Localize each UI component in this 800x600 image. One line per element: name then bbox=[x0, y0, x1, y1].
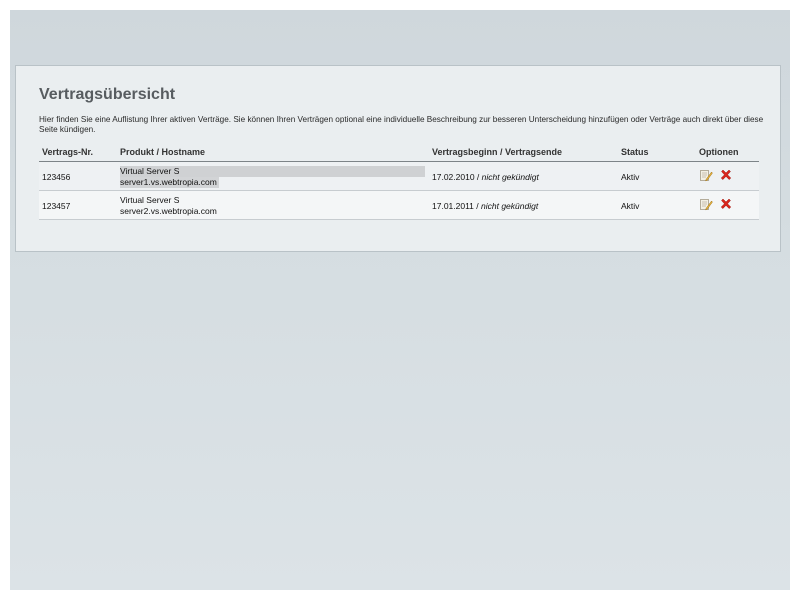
options-cell bbox=[699, 197, 737, 211]
contract-start: 17.01.2011 bbox=[432, 201, 474, 211]
header-status: Status bbox=[621, 147, 649, 157]
delete-x-icon[interactable] bbox=[719, 168, 733, 182]
hostname: server1.vs.webtropia.com bbox=[120, 177, 219, 188]
header-options: Optionen bbox=[699, 147, 739, 157]
table-row: 123456 Virtual Server S server1.vs.webtr… bbox=[39, 162, 759, 191]
page-background: Vertragsübersicht Hier finden Sie eine A… bbox=[10, 10, 790, 590]
date-separator: / bbox=[474, 172, 482, 182]
header-product-hostname: Produkt / Hostname bbox=[120, 147, 206, 157]
options-cell bbox=[699, 168, 737, 182]
contract-end: nicht gekündigt bbox=[481, 172, 539, 182]
header-contract-dates: Vertragsbeginn / Vertragsende bbox=[432, 147, 563, 157]
contract-dates: 17.01.2011 / nicht gekündigt bbox=[432, 201, 538, 211]
intro-text: Hier finden Sie eine Auflistung Ihrer ak… bbox=[39, 115, 764, 134]
status-text: Aktiv bbox=[621, 172, 640, 182]
delete-x-icon[interactable] bbox=[719, 197, 733, 211]
date-separator: / bbox=[473, 201, 482, 211]
product-name: Virtual Server S bbox=[120, 195, 180, 205]
contract-start: 17.02.2010 bbox=[432, 172, 475, 182]
product-name: Virtual Server S bbox=[120, 166, 180, 176]
page-title: Vertragsübersicht bbox=[39, 86, 176, 103]
product-hostname-cell: Virtual Server S server2.vs.webtropia.co… bbox=[120, 195, 217, 217]
contract-end: nicht gekündigt bbox=[481, 201, 539, 211]
status-text: Aktiv bbox=[621, 201, 640, 211]
product-hostname-cell: Virtual Server S server1.vs.webtropia.co… bbox=[120, 166, 425, 188]
hostname: server2.vs.webtropia.com bbox=[120, 206, 217, 216]
table-header: Vertrags-Nr. Produkt / Hostname Vertrags… bbox=[39, 146, 759, 162]
contracts-table: Vertrags-Nr. Produkt / Hostname Vertrags… bbox=[39, 146, 759, 220]
table-row: 123457 Virtual Server S server2.vs.webtr… bbox=[39, 191, 759, 220]
contract-number: 123456 bbox=[42, 172, 71, 182]
contract-number: 123457 bbox=[42, 201, 71, 211]
edit-note-icon[interactable] bbox=[699, 197, 713, 211]
contract-dates: 17.02.2010 / nicht gekündigt bbox=[432, 172, 539, 182]
edit-note-icon[interactable] bbox=[699, 168, 713, 182]
contracts-panel: Vertragsübersicht Hier finden Sie eine A… bbox=[15, 65, 781, 252]
header-contract-number: Vertrags-Nr. bbox=[42, 147, 94, 157]
